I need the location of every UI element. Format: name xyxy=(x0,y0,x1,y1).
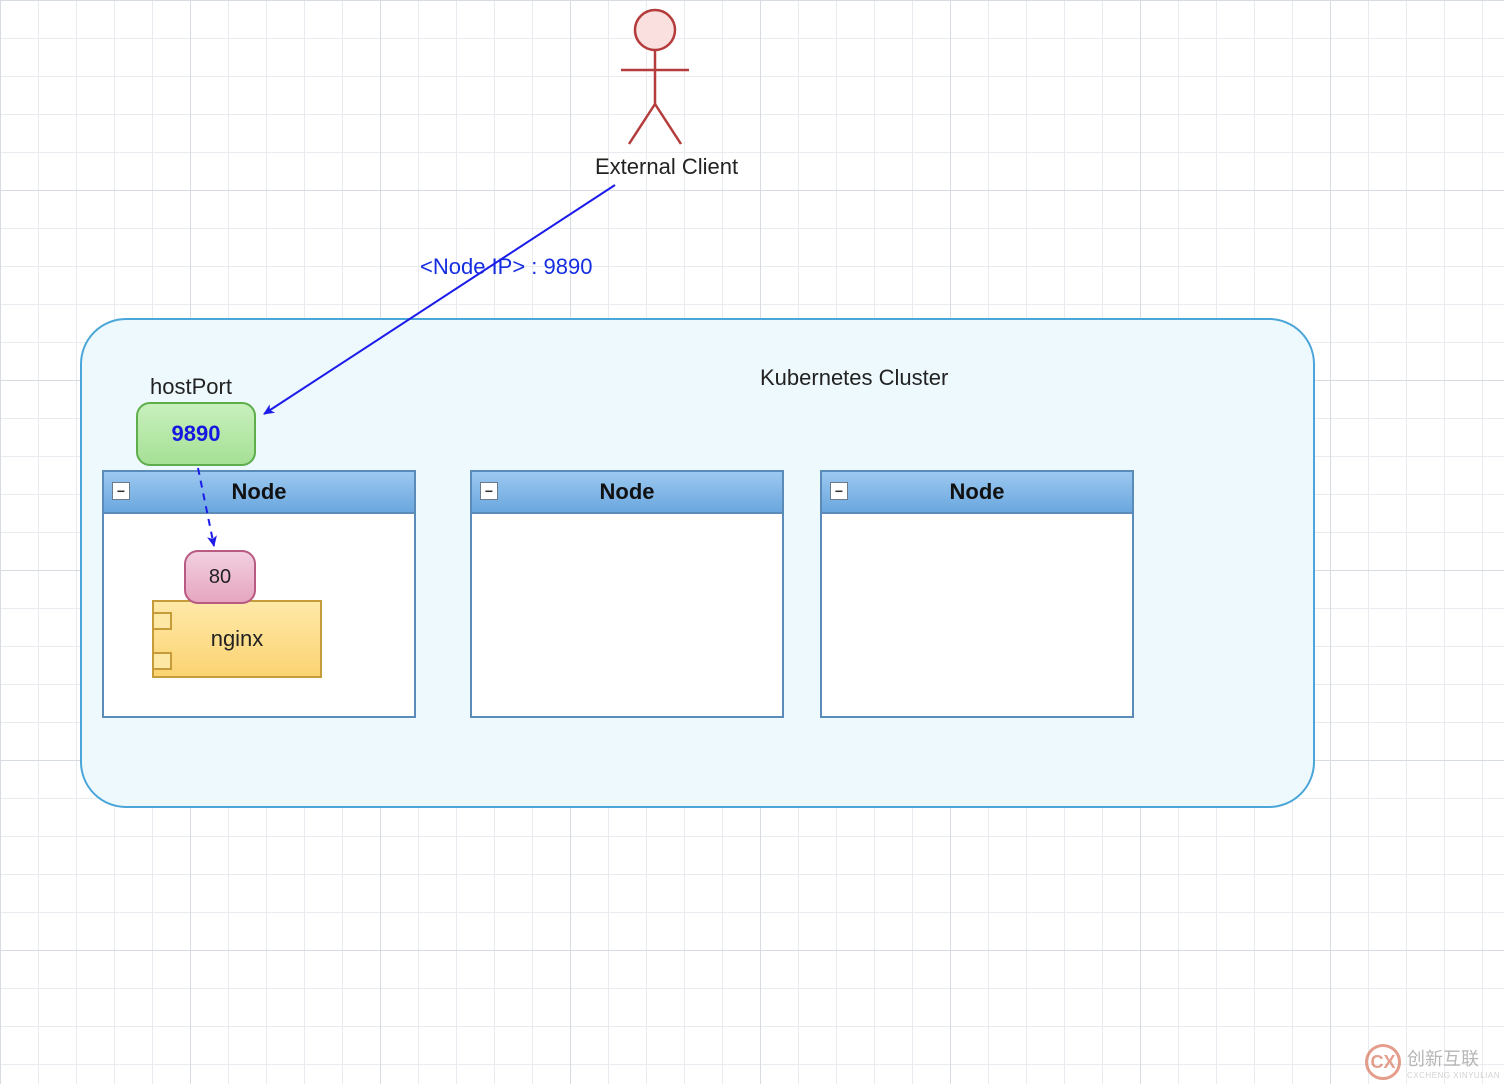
nginx-component: nginx xyxy=(152,600,322,678)
node-header-1: − Node xyxy=(104,472,414,514)
watermark-text: 创新互联 xyxy=(1407,1045,1500,1071)
node-title: Node xyxy=(600,479,655,505)
actor-icon xyxy=(615,6,695,146)
watermark: CX 创新互联 CXCHENG XINYULIAN xyxy=(1365,1044,1500,1080)
external-client-actor: External Client xyxy=(595,6,715,180)
nginx-label: nginx xyxy=(211,626,264,652)
collapse-icon[interactable]: − xyxy=(112,482,130,500)
collapse-icon[interactable]: − xyxy=(830,482,848,500)
watermark-logo-icon: CX xyxy=(1365,1044,1401,1080)
node-box-3: − Node xyxy=(820,470,1134,718)
node-title: Node xyxy=(950,479,1005,505)
watermark-sub: CXCHENG XINYULIAN xyxy=(1407,1071,1500,1080)
diagram-canvas: External Client Kubernetes Cluster hostP… xyxy=(0,0,1504,1084)
arrow-label: <Node IP> : 9890 xyxy=(420,254,592,280)
hostport-label: hostPort xyxy=(150,374,232,400)
node-header-2: − Node xyxy=(472,472,782,514)
node-title: Node xyxy=(232,479,287,505)
hostport-box: 9890 xyxy=(136,402,256,466)
hostport-value: 9890 xyxy=(172,421,221,447)
container-port-value: 80 xyxy=(209,566,231,589)
node-header-3: − Node xyxy=(822,472,1132,514)
container-port-box: 80 xyxy=(184,550,256,604)
actor-label: External Client xyxy=(595,154,715,180)
node-box-2: − Node xyxy=(470,470,784,718)
collapse-icon[interactable]: − xyxy=(480,482,498,500)
node-box-1: − Node xyxy=(102,470,416,718)
cluster-title: Kubernetes Cluster xyxy=(760,365,948,391)
